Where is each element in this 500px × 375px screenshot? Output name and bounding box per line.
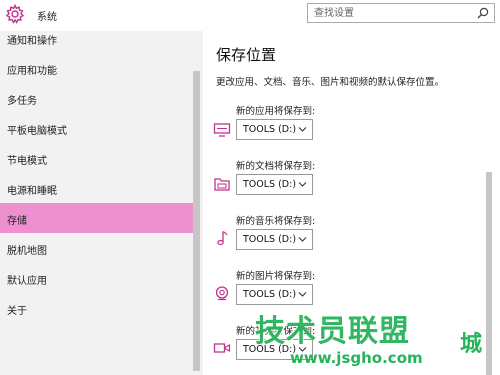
- chevron-down-icon: [298, 127, 307, 132]
- watermark-tail: 城: [460, 332, 483, 357]
- sidebar-item-label: 多任务: [7, 96, 37, 107]
- sidebar-item-battery-saver[interactable]: 节电模式: [0, 143, 193, 173]
- sidebar-item-notifications[interactable]: 通知和操作: [0, 23, 193, 53]
- documents-location-select[interactable]: TOOLS (D:): [236, 174, 313, 195]
- sidebar-item-label: 存储: [7, 216, 27, 227]
- select-value: TOOLS (D:): [243, 124, 297, 135]
- document-folder-icon: [214, 178, 230, 191]
- sidebar-scrollbar[interactable]: [193, 71, 200, 371]
- sidebar-item-label: 脱机地图: [7, 246, 47, 257]
- setting-label-music: 新的音乐将保存到:: [236, 216, 316, 227]
- sidebar-item-power-sleep[interactable]: 电源和睡眠: [0, 173, 193, 203]
- sidebar-item-about[interactable]: 关于: [0, 293, 193, 323]
- select-value: TOOLS (D:): [243, 289, 297, 300]
- sidebar-item-storage[interactable]: 存储: [0, 203, 193, 233]
- sidebar-item-label: 电源和睡眠: [7, 186, 57, 197]
- sidebar-item-label: 通知和操作: [7, 36, 57, 47]
- apps-location-select[interactable]: TOOLS (D:): [236, 119, 313, 140]
- sidebar-item-label: 节电模式: [7, 156, 47, 167]
- app-title: 系统: [37, 12, 57, 23]
- sidebar-item-default-apps[interactable]: 默认应用: [0, 263, 193, 293]
- page-description: 更改应用、文档、音乐、图片和视频的默认保存位置。: [216, 77, 445, 88]
- setting-label-documents: 新的文档将保存到:: [236, 161, 316, 172]
- select-value: TOOLS (D:): [243, 234, 297, 245]
- search-input[interactable]: [314, 6, 454, 20]
- chevron-down-icon: [298, 182, 307, 187]
- select-value: TOOLS (D:): [243, 179, 297, 190]
- sidebar-item-label: 关于: [7, 306, 27, 317]
- sidebar-item-label: 平板电脑模式: [7, 126, 67, 137]
- search-icon[interactable]: [477, 7, 489, 19]
- sidebar-item-label: 默认应用: [7, 276, 47, 287]
- music-note-icon: [217, 230, 228, 246]
- sidebar-item-offline-maps[interactable]: 脱机地图: [0, 233, 193, 263]
- sidebar-item-tablet-mode[interactable]: 平板电脑模式: [0, 113, 193, 143]
- watermark-text: 技术员联盟: [255, 314, 410, 349]
- monitor-icon: [213, 123, 231, 137]
- page-title: 保存位置: [216, 46, 277, 64]
- chevron-down-icon: [298, 237, 307, 242]
- sidebar: 通知和操作 应用和功能 多任务 平板电脑模式 节电模式 电源和睡眠 存储 脱机地…: [0, 31, 203, 375]
- search-box[interactable]: [307, 3, 495, 23]
- video-camera-icon: [213, 343, 231, 353]
- pictures-location-select[interactable]: TOOLS (D:): [236, 284, 313, 305]
- chevron-down-icon: [298, 292, 307, 297]
- content-scrollbar[interactable]: [486, 172, 492, 375]
- camera-icon: [215, 286, 229, 301]
- setting-label-apps: 新的应用将保存到:: [236, 106, 316, 117]
- music-location-select[interactable]: TOOLS (D:): [236, 229, 313, 250]
- sidebar-item-apps[interactable]: 应用和功能: [0, 53, 193, 83]
- sidebar-item-multitasking[interactable]: 多任务: [0, 83, 193, 113]
- gear-icon: [5, 4, 25, 24]
- setting-label-pictures: 新的图片将保存到:: [236, 271, 316, 282]
- sidebar-item-label: 应用和功能: [7, 66, 57, 77]
- watermark-url: www.jsgho.com: [290, 349, 423, 367]
